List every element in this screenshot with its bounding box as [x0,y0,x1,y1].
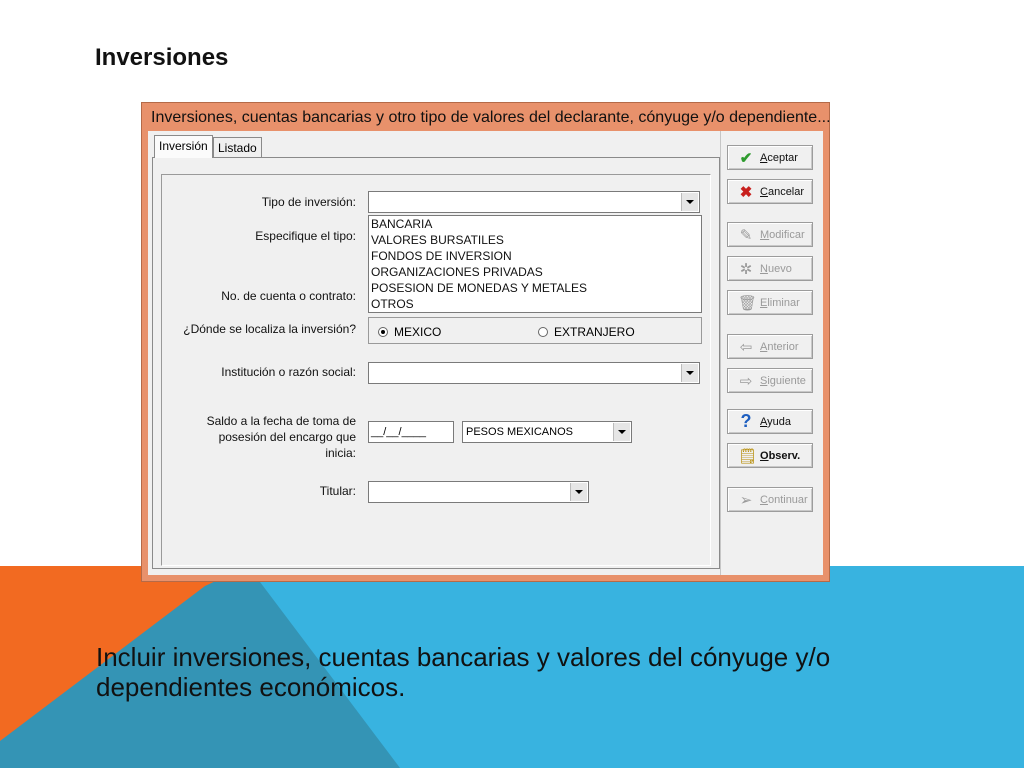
vertical-divider [720,131,721,575]
anterior-button[interactable]: ⇦ Anterior [727,334,813,359]
list-item[interactable]: POSESION DE MONEDAS Y METALES [369,280,701,296]
radio-extranjero[interactable]: EXTRANJERO [538,325,635,339]
chevron-down-icon[interactable] [613,423,630,441]
form-area: Tipo de inversión: Especifique el tipo: … [161,174,711,566]
list-item[interactable]: ORGANIZACIONES PRIVADAS [369,264,701,280]
slide-title: Inversiones [95,44,229,71]
tab-listado[interactable]: Listado [213,137,262,157]
observ-button[interactable]: 🗒 Observ. [727,443,813,468]
numero-cuenta-label: No. de cuenta o contrato: [221,289,356,303]
especifique-tipo-label: Especifique el tipo: [255,229,356,243]
localiza-inversion-label: ¿Dónde se localiza la inversión? [183,322,356,336]
titular-label: Titular: [319,484,356,498]
aceptar-button[interactable]: ✔ Aceptar [727,145,813,170]
send-icon: ➢ [739,491,753,509]
chevron-down-icon[interactable] [681,364,698,382]
slide-caption: Incluir inversiones, cuentas bancarias y… [96,642,831,702]
saldo-date-field[interactable]: __/__/____ [368,421,454,443]
modificar-button[interactable]: ✎ Modificar [727,222,813,247]
tab-inversion[interactable]: Inversión [154,135,213,158]
nuevo-button[interactable]: ✲ Nuevo [727,256,813,281]
x-icon: ✖ [739,183,753,201]
cancelar-button[interactable]: ✖ Cancelar [727,179,813,204]
siguiente-button[interactable]: ⇨ Siguiente [727,368,813,393]
chevron-down-icon[interactable] [681,193,698,211]
tipo-inversion-combo[interactable] [368,191,700,213]
help-icon: ? [740,411,752,431]
new-icon: ✲ [739,260,753,278]
location-radio-group: MEXICO EXTRANJERO [368,317,702,344]
list-item[interactable]: BANCARIA [369,216,701,232]
radio-mexico[interactable]: MEXICO [378,325,441,339]
chevron-down-icon[interactable] [570,483,587,501]
investments-dialog: Inversiones, cuentas bancarias y otro ti… [141,102,831,582]
eliminar-button[interactable]: 🗑 Eliminar [727,290,813,315]
dialog-client-area: Inversión Listado Tipo de inversión: Esp… [148,131,823,575]
ayuda-button[interactable]: ? Ayuda [727,409,813,434]
trash-icon: 🗑 [738,294,758,312]
radio-unselected-icon[interactable] [538,327,548,337]
saldo-label: Saldo a la fecha de toma de posesión del… [206,414,356,460]
institucion-label: Institución o razón social: [221,365,356,379]
tab-panel-inversion: Tipo de inversión: Especifique el tipo: … [152,157,720,569]
list-item[interactable]: OTROS [369,296,701,312]
notes-icon: 🗒 [738,447,758,465]
titular-combo[interactable] [368,481,589,503]
list-item[interactable]: FONDOS DE INVERSION [369,248,701,264]
list-item[interactable]: VALORES BURSATILES [369,232,701,248]
dialog-title: Inversiones, cuentas bancarias y otro ti… [151,109,831,126]
arrow-left-icon: ⇦ [739,338,753,356]
edit-icon: ✎ [739,226,753,244]
moneda-combo[interactable]: PESOS MEXICANOS [462,421,632,443]
institucion-combo[interactable] [368,362,700,384]
continuar-button[interactable]: ➢ Continuar [727,487,813,512]
arrow-right-icon: ⇨ [739,372,753,390]
especifique-tipo-list[interactable]: BANCARIA VALORES BURSATILES FONDOS DE IN… [368,215,702,313]
radio-selected-icon[interactable] [378,327,388,337]
check-icon: ✔ [739,149,753,167]
tipo-inversion-label: Tipo de inversión: [261,195,356,209]
